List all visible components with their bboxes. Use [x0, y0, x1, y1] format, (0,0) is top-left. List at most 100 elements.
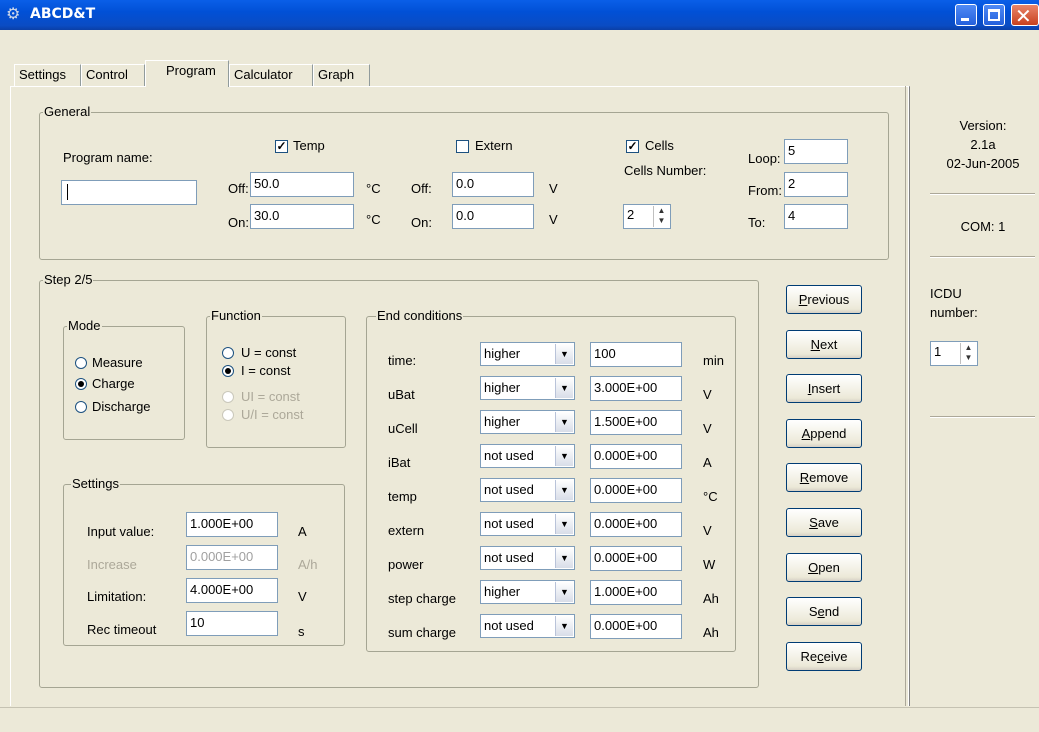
- end-power-value-field[interactable]: 0.000E+00: [590, 546, 682, 571]
- chevron-down-icon[interactable]: ▼: [555, 446, 573, 466]
- from-input[interactable]: 2: [784, 172, 848, 197]
- end-step-charge-value-field[interactable]: 1.000E+00: [590, 580, 682, 605]
- extern-on-input[interactable]: 0.0: [452, 204, 534, 229]
- cells-number-spinner[interactable]: 2 ▲ ▼: [623, 204, 671, 229]
- close-button[interactable]: ✕: [1011, 4, 1039, 28]
- spinner-buttons[interactable]: ▲ ▼: [960, 343, 976, 364]
- temp-checkbox[interactable]: ✓: [275, 140, 288, 153]
- input-value-field[interactable]: 1.000E+00: [186, 512, 278, 537]
- end-extern-operator-select[interactable]: not used ▼: [480, 512, 575, 536]
- end-sum-charge-operator-value: not used: [484, 618, 534, 633]
- end-time-label: time:: [388, 353, 417, 368]
- end-temp-value-field[interactable]: 0.000E+00: [590, 478, 682, 503]
- loop-input[interactable]: 5: [784, 139, 848, 164]
- end-ucell-value-field[interactable]: 1.500E+00: [590, 410, 682, 435]
- end-ubat-value-field[interactable]: 3.000E+00: [590, 376, 682, 401]
- end-step-charge-unit: Ah: [703, 591, 719, 606]
- end-sum-charge-operator-select[interactable]: not used ▼: [480, 614, 575, 638]
- tab-settings[interactable]: Settings: [14, 64, 81, 86]
- chevron-down-icon[interactable]: ▼: [555, 616, 573, 636]
- previous-button[interactable]: Previous: [786, 285, 862, 314]
- temp-on-label: On:: [228, 215, 249, 230]
- end-ibat-value-field[interactable]: 0.000E+00: [590, 444, 682, 469]
- end-time-value-field[interactable]: 100: [590, 342, 682, 367]
- chevron-down-icon[interactable]: ▼: [555, 344, 573, 364]
- temp-off-label: Off:: [228, 181, 249, 196]
- chevron-down-icon[interactable]: ▼: [555, 412, 573, 432]
- end-power-unit: W: [703, 557, 716, 572]
- mode-charge-radio[interactable]: [75, 378, 87, 390]
- function-i-const-radio[interactable]: [222, 365, 234, 377]
- extern-on-label: On:: [411, 215, 432, 230]
- end-time-operator-select[interactable]: higher ▼: [480, 342, 575, 366]
- tab-graph[interactable]: Graph: [313, 64, 370, 86]
- end-power-label: power: [388, 557, 424, 572]
- end-power-operator-value: not used: [484, 550, 534, 565]
- limitation-label: Limitation:: [87, 589, 147, 604]
- next-button[interactable]: Next: [786, 330, 862, 359]
- end-sum-charge-value-field[interactable]: 0.000E+00: [590, 614, 682, 639]
- minimize-button[interactable]: [955, 4, 977, 26]
- open-button[interactable]: Open: [786, 553, 862, 582]
- side-separator-2: [930, 256, 1035, 258]
- temp-on-unit: °C: [366, 212, 381, 227]
- icdu-number-spinner[interactable]: 1 ▲ ▼: [930, 341, 978, 366]
- step-legend: Step 2/5: [43, 272, 94, 287]
- extern-checkbox[interactable]: [456, 140, 469, 153]
- side-separator-1: [930, 193, 1035, 195]
- save-accelerator-key: S: [809, 515, 818, 530]
- version-label: Version:: [959, 118, 1007, 133]
- title-bar[interactable]: [0, 0, 1039, 30]
- cells-checkbox[interactable]: ✓: [626, 140, 639, 153]
- end-temp-operator-select[interactable]: not used ▼: [480, 478, 575, 502]
- app-gear-icon[interactable]: ⚙: [6, 6, 26, 24]
- com-port-label: COM: 1: [960, 219, 1006, 234]
- tab-control[interactable]: Control: [81, 64, 145, 86]
- function-u-const-radio[interactable]: [222, 347, 234, 359]
- remove-button[interactable]: Remove: [786, 463, 862, 492]
- side-divider: [905, 86, 909, 706]
- tab-program[interactable]: Program: [145, 60, 229, 87]
- end-ucell-operator-select[interactable]: higher ▼: [480, 410, 575, 434]
- temp-on-input[interactable]: 30.0: [250, 204, 354, 229]
- spinner-buttons[interactable]: ▲ ▼: [653, 206, 669, 227]
- end-ubat-operator-select[interactable]: higher ▼: [480, 376, 575, 400]
- mode-measure-radio[interactable]: [75, 357, 87, 369]
- chevron-down-icon[interactable]: ▼: [555, 378, 573, 398]
- save-button[interactable]: Save: [786, 508, 862, 537]
- end-ibat-unit: A: [703, 455, 712, 470]
- maximize-button[interactable]: [983, 4, 1005, 26]
- tab-calculator[interactable]: Calculator: [229, 64, 313, 86]
- end-step-charge-operator-select[interactable]: higher ▼: [480, 580, 575, 604]
- end-extern-value-field[interactable]: 0.000E+00: [590, 512, 682, 537]
- spin-down-icon[interactable]: ▼: [961, 353, 976, 363]
- extern-off-input[interactable]: 0.0: [452, 172, 534, 197]
- end-conditions-legend: End conditions: [376, 308, 464, 323]
- limitation-field[interactable]: 4.000E+00: [186, 578, 278, 603]
- spin-up-icon[interactable]: ▲: [654, 206, 669, 216]
- send-button[interactable]: Send: [786, 597, 862, 626]
- chevron-down-icon[interactable]: ▼: [555, 548, 573, 568]
- end-power-operator-select[interactable]: not used ▼: [480, 546, 575, 570]
- chevron-down-icon[interactable]: ▼: [555, 582, 573, 602]
- program-name-input[interactable]: [61, 180, 197, 205]
- to-input[interactable]: 4: [784, 204, 848, 229]
- append-button[interactable]: Append: [786, 419, 862, 448]
- end-ibat-operator-select[interactable]: not used ▼: [480, 444, 575, 468]
- chevron-down-icon[interactable]: ▼: [555, 480, 573, 500]
- version-value: 2.1a: [970, 137, 996, 152]
- end-temp-label: temp: [388, 489, 417, 504]
- spin-up-icon[interactable]: ▲: [961, 343, 976, 353]
- end-extern-unit: V: [703, 523, 712, 538]
- function-u-const-label: U = const: [241, 345, 297, 360]
- insert-button[interactable]: Insert: [786, 374, 862, 403]
- rec-timeout-field[interactable]: 10: [186, 611, 278, 636]
- increase-field: 0.000E+00: [186, 545, 278, 570]
- temp-off-input[interactable]: 50.0: [250, 172, 354, 197]
- mode-discharge-radio[interactable]: [75, 401, 87, 413]
- receive-button[interactable]: Receive: [786, 642, 862, 671]
- spin-down-icon[interactable]: ▼: [654, 216, 669, 226]
- end-ibat-operator-value: not used: [484, 448, 534, 463]
- program-name-label: Program name:: [63, 150, 153, 165]
- chevron-down-icon[interactable]: ▼: [555, 514, 573, 534]
